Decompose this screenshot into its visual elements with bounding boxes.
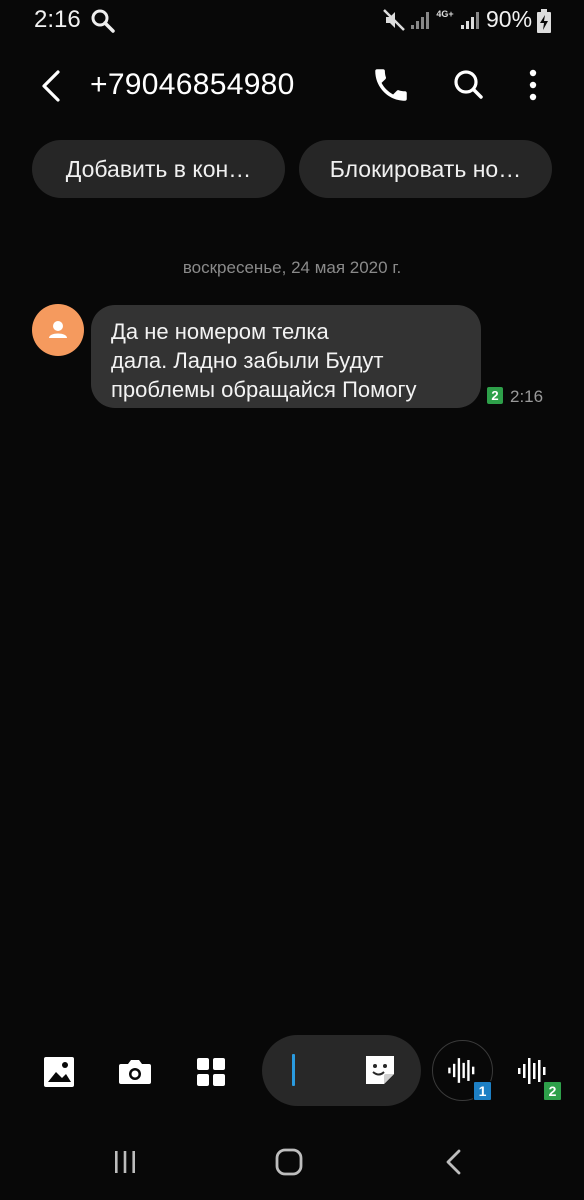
gallery-icon[interactable] [37, 1050, 81, 1094]
person-icon [49, 321, 67, 338]
search-icon [91, 9, 115, 33]
sim2-badge: 2 [487, 387, 503, 404]
battery-percent: 90% [486, 6, 533, 32]
sticker-icon[interactable] [360, 1050, 400, 1090]
block-number-button[interactable]: Блокировать но… [299, 140, 552, 198]
battery-charging-icon [537, 9, 551, 33]
more-vertical-icon[interactable] [515, 64, 551, 106]
date-separator: воскресенье, 24 мая 2020 г. [182, 258, 402, 277]
back-button[interactable] [30, 64, 74, 108]
apps-icon[interactable] [189, 1050, 233, 1094]
search-icon[interactable] [448, 64, 490, 106]
phone-icon[interactable] [370, 64, 412, 106]
message-bubble[interactable]: Да не номером телка дала. Ладно забыли Б… [91, 305, 481, 408]
network-type-label: 4G+ [436, 9, 454, 19]
contact-number: +79046854980 [90, 68, 295, 101]
mute-icon [383, 9, 405, 31]
nav-back-icon[interactable] [437, 1144, 471, 1180]
status-time: 2:16 [34, 6, 81, 33]
add-contact-button[interactable]: Добавить в кон… [32, 140, 285, 198]
text-cursor [292, 1054, 295, 1086]
avatar[interactable] [32, 304, 84, 356]
sim1-badge: 1 [473, 1081, 492, 1101]
message-time: 2:16 [510, 387, 544, 406]
signal-icon [411, 12, 429, 29]
message-text: проблемы обращайся Помогу [111, 377, 417, 402]
message-text: дала. Ладно забыли Будут [111, 348, 384, 373]
sim2-badge: 2 [543, 1081, 562, 1101]
camera-icon[interactable] [113, 1050, 157, 1094]
recents-icon[interactable] [108, 1145, 142, 1179]
signal-icon [461, 12, 479, 29]
message-text: Да не номером телка [111, 319, 329, 344]
home-icon[interactable] [271, 1144, 307, 1180]
